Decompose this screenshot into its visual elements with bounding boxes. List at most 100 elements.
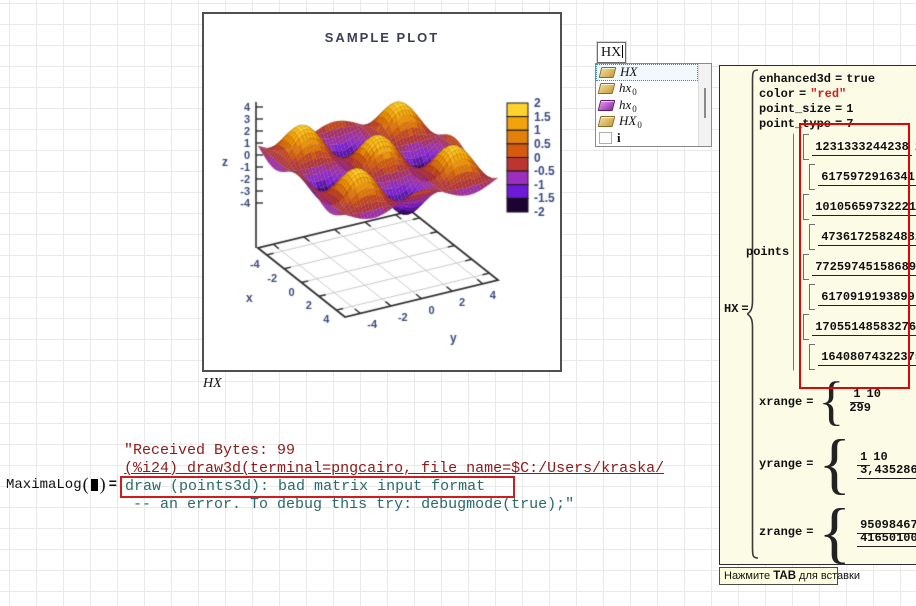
points-matrix: 123133324423820000000000000 6175972916341… [803,132,916,372]
fraction-numerator: 6175972916341 [818,170,916,186]
subscript: 0 [637,120,642,130]
matrix-row: 61759729163415000000000000 [809,163,916,191]
fraction-numerator: 77259745158689 [812,260,916,276]
vector-brace: { [818,431,851,496]
surface-plot-canvas [204,14,560,366]
dynamic-assist-panel: HX= enhanced3d=truecolor="red"point_size… [719,65,916,565]
fraction: 110 [857,451,891,464]
equals-sign: = [835,117,842,131]
range-value: 299 [847,401,871,416]
subscript: 0 [632,87,637,97]
property-name: zrange [759,525,802,539]
maxima-log-line: "Received Bytes: 99 [124,442,664,460]
maxima-log-text: draw (points3d): bad matrix input format [120,476,515,498]
fraction: 772597451586895000000000000 [812,261,916,274]
plot-region[interactable]: SAMPLE PLOT [202,12,562,372]
autocomplete-item[interactable]: HX0 [596,114,698,131]
autocomplete-popup[interactable]: HXhx0hx0HX0i [595,63,712,147]
fraction: 3,435286642032668719476736 [857,464,916,477]
range-values: 1103,435286642032668719476736 [854,451,916,477]
property-name: yrange [759,457,802,471]
row-bracket [803,194,809,220]
property-value: true [846,72,875,86]
vector-brace: { [818,500,851,565]
maxima-log-region[interactable]: MaximaLog()= "Received Bytes: 99(%i24) d… [6,442,664,514]
matrix-row: 1010565973222110000000000000 [803,193,916,221]
maxima-log-line: draw (points3d): bad matrix input format [124,478,664,496]
tooltip-key: TAB [773,570,796,582]
panel-range-row: yrange = {1103,435286642032668719476736 [759,431,916,496]
fraction: 6170919193899156250000000 [818,291,916,304]
panel-range-row: xrange={110299 [759,376,916,427]
plot-title: SAMPLE PLOT [204,30,560,45]
equals-sign: = [806,457,813,471]
function-highlight-icon [598,100,616,111]
range-values: 110299 [847,388,884,416]
matrix-paren [793,133,794,371]
autocomplete-item[interactable]: i [596,130,698,147]
fraction-numerator: 10105659732221 [812,200,916,216]
panel-points-row: points 123133324423820000000000000 6175972… [746,132,916,372]
fraction-denominator: 20000000000000 [912,139,916,154]
fraction-denominator: 10 [870,449,890,464]
fraction-numerator: 47361725824882 [818,230,916,246]
matrix-row: 772597451586895000000000000 [803,253,916,281]
equals-sign: = [109,477,117,493]
property-name: points [746,245,789,259]
maxima-log-text: -- an error. To debug this try: debugmod… [124,496,574,513]
row-bracket [809,164,815,190]
fraction-numerator: 17055148583276 [812,320,916,336]
row-bracket [809,284,815,310]
autocomplete-item-label: hx0 [619,80,637,97]
autocomplete-item-label: i [617,130,621,146]
row-bracket [803,314,809,340]
maxima-log-text: "Received Bytes: 99 [124,442,295,459]
maxima-log-line: -- an error. To debug this try: debugmod… [124,496,664,514]
autocomplete-item[interactable]: hx0 [596,97,698,114]
panel-property-row: point_type=7 [759,117,916,131]
autocomplete-items: HXhx0hx0HX0i [596,64,698,146]
fraction-denominator: 10 [864,386,884,401]
scrollbar-thumb[interactable] [704,88,706,118]
scrollbar[interactable] [698,64,711,146]
open-paren: ( [83,474,89,495]
math-input-value: HX [601,45,621,60]
matrix-row: 6170919193899156250000000 [809,283,916,311]
subscript: 0 [632,104,637,114]
plot-variable-label[interactable]: HX [203,376,222,392]
fraction-numerator: 1231333244238 [812,140,912,156]
equals-sign: = [799,87,806,101]
math-input-box[interactable]: HX [597,42,626,63]
fraction: 1640807432237510000000000000 [818,351,916,364]
property-name: color [759,87,795,101]
tooltip-prefix: Нажмите [724,570,773,582]
matrix-row: 1640807432237510000000000000 [809,343,916,371]
row-bracket [803,134,809,160]
maxima-log-name: MaximaLog [6,477,82,493]
fraction: 41650100148712500000000 [857,532,916,545]
function-icon [599,67,617,78]
function-icon [598,116,616,127]
panel-property-row: enhanced3d=true [759,72,916,86]
autocomplete-item-label: HX [620,64,637,80]
autocomplete-item[interactable]: HX [596,64,698,81]
property-name: point_size [759,102,831,116]
panel-rows: enhanced3d=truecolor="red"point_size=1po… [720,71,916,565]
maxima-log-lhs: MaximaLog()= [6,474,117,495]
text-caret [622,45,623,58]
maxima-log-text: (%i24) draw3d(terminal=pngcairo, file_na… [124,460,664,477]
fraction: 1010565973222110000000000000 [812,201,916,214]
panel-property-row: color="red" [759,87,916,101]
property-value: 7 [846,117,853,131]
fraction-numerator: 4165010014871 [857,531,916,547]
close-paren: ) [100,474,106,495]
matrix-bracket [800,133,801,371]
property-value: 1 [846,102,853,116]
maxima-log-output: "Received Bytes: 99(%i24) draw3d(termina… [124,442,664,514]
equals-sign: = [806,395,813,409]
fraction: 1705514858327620000000000000 [812,321,916,334]
fraction-numerator: 3,4352866420326 [857,463,916,479]
fraction: 110 [850,388,884,401]
autocomplete-item[interactable]: hx0 [596,81,698,98]
panel-property-row: point_size=1 [759,102,916,116]
